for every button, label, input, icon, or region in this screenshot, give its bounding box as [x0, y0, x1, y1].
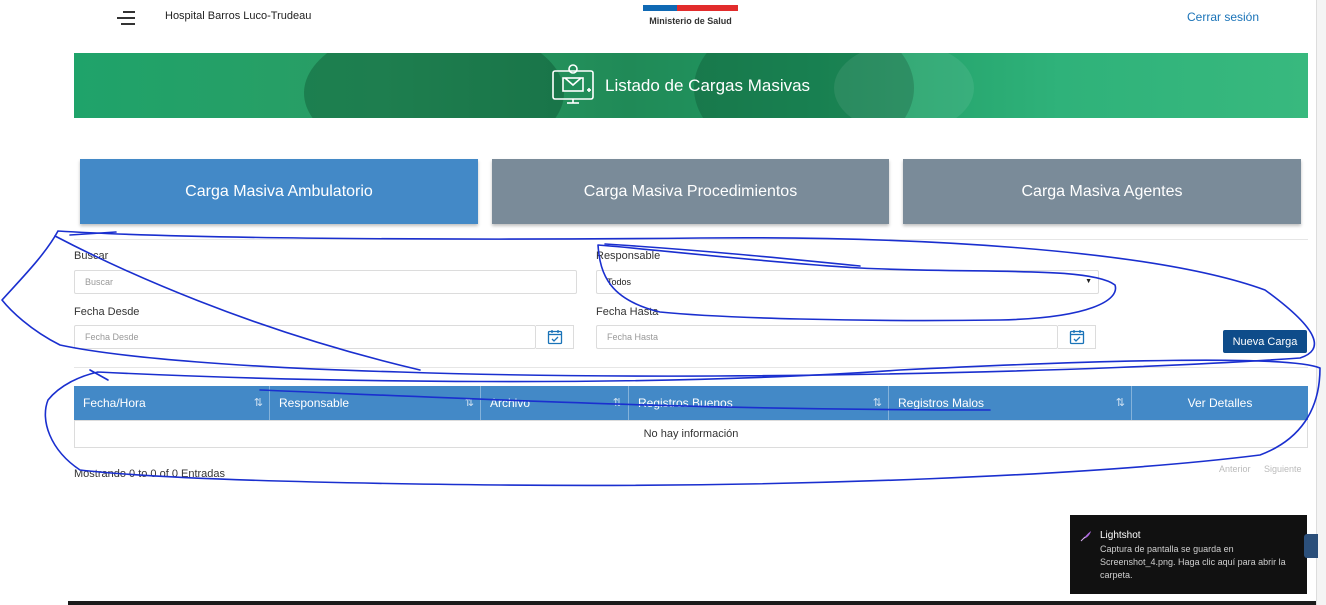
column-header-ver-detalles: Ver Detalles — [1187, 396, 1253, 410]
notification-message: Captura de pantalla se guarda en Screens… — [1100, 544, 1286, 580]
menu-icon[interactable] — [115, 10, 135, 26]
fecha-hasta-calendar-button[interactable] — [1058, 325, 1096, 349]
responsable-label: Responsable — [596, 250, 661, 262]
column-label: Fecha/Hora — [83, 396, 146, 410]
column-label: Archivo — [490, 396, 531, 410]
fecha-desde-calendar-button[interactable] — [536, 325, 574, 349]
search-input[interactable]: Buscar — [74, 270, 577, 294]
fecha-hasta-input[interactable]: Fecha Hasta — [596, 325, 1058, 349]
table-empty-row: No hay información — [74, 420, 1308, 448]
pagination-prev[interactable]: Anterior — [1219, 464, 1251, 474]
pagination-next[interactable]: Siguiente — [1264, 464, 1302, 474]
column-label: Registros Buenos — [638, 396, 733, 410]
column-label: Responsable — [279, 396, 350, 410]
table-header: Fecha/Hora ⇅ Responsable ⇅ Archivo ⇅ Regist… — [74, 386, 1308, 420]
chevron-down-icon: ▼ — [1085, 278, 1092, 285]
column-header-responsable[interactable]: Responsable ⇅ — [270, 386, 481, 420]
page-title: Listado de Cargas Masivas — [605, 76, 811, 95]
calendar-icon — [1069, 330, 1084, 345]
column-header-registros-malos[interactable]: Registros Malos ⇅ — [889, 386, 1132, 420]
column-header-registros-buenos[interactable]: Registros Buenos ⇅ — [629, 386, 889, 420]
sort-icon: ⇅ — [464, 397, 474, 409]
sort-icon: ⇅ — [253, 397, 263, 409]
fecha-desde-label: Fecha Desde — [74, 306, 140, 318]
lightshot-notification[interactable]: Lightshot Captura de pantalla se guarda … — [1070, 515, 1307, 594]
upload-monitor-icon — [552, 64, 594, 104]
taskbar-edge — [68, 601, 1316, 605]
responsable-value: Todos — [607, 277, 632, 287]
tab-carga-ambulatorio[interactable]: Carga Masiva Ambulatorio — [80, 159, 478, 224]
divider — [74, 239, 1308, 240]
logout-link[interactable]: Cerrar sesión — [1187, 10, 1259, 24]
feather-icon — [1080, 531, 1091, 542]
notification-title: Lightshot — [1100, 530, 1141, 541]
table-info: Mostrando 0 to 0 of 0 Entradas — [74, 468, 226, 480]
ministry-name: Ministerio de Salud — [649, 16, 732, 26]
page-banner: Listado de Cargas Masivas — [74, 53, 1308, 118]
fecha-hasta-label: Fecha Hasta — [596, 306, 659, 318]
fecha-desde-input[interactable]: Fecha Desde — [74, 325, 536, 349]
hospital-name: Hospital Barros Luco-Trudeau — [165, 10, 312, 22]
sort-icon: ⇅ — [1115, 397, 1125, 409]
sort-icon: ⇅ — [612, 397, 622, 409]
buscar-label: Buscar — [74, 250, 109, 262]
scrollbar[interactable] — [1316, 0, 1326, 605]
column-header-archivo[interactable]: Archivo ⇅ — [481, 386, 629, 420]
column-label: Registros Malos — [898, 396, 985, 410]
divider — [74, 367, 1308, 368]
tab-carga-agentes[interactable]: Carga Masiva Agentes — [903, 159, 1301, 224]
tab-carga-procedimientos[interactable]: Carga Masiva Procedimientos — [492, 159, 889, 224]
column-header-fecha-hora[interactable]: Fecha/Hora ⇅ — [74, 386, 270, 420]
nueva-carga-button[interactable]: Nueva Carga — [1223, 330, 1307, 353]
responsable-select[interactable]: Todos ▼ — [596, 270, 1099, 294]
top-bar: Hospital Barros Luco-Trudeau Ministerio … — [0, 0, 1326, 40]
sort-icon: ⇅ — [872, 397, 882, 409]
ministry-logo: Ministerio de Salud — [643, 5, 738, 26]
side-widget-tab[interactable] — [1304, 534, 1318, 558]
calendar-icon — [547, 330, 562, 345]
